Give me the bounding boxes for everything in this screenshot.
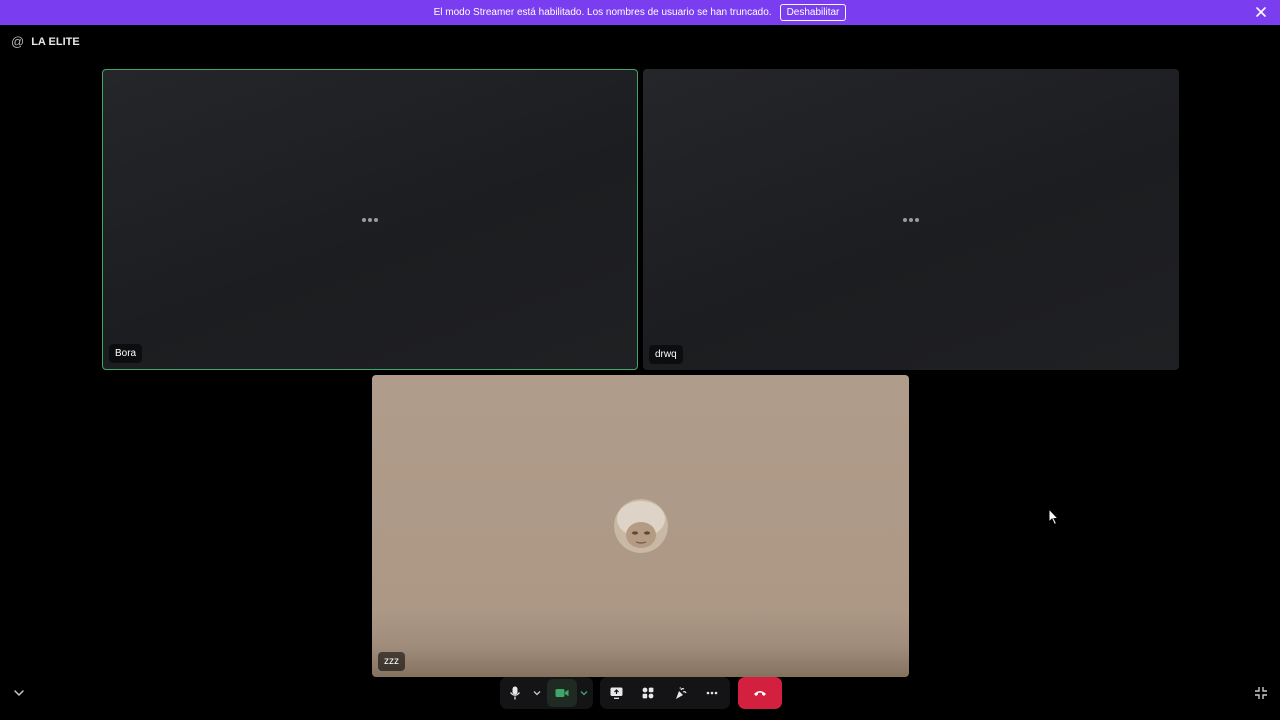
mic-options-button[interactable] [530, 677, 544, 709]
more-options-button[interactable] [696, 677, 728, 709]
participant-tile-bora[interactable]: Bora [102, 69, 638, 370]
chevron-down-icon [580, 691, 588, 696]
loading-dots-icon [903, 217, 919, 222]
channel-title: LA ELITE [31, 35, 80, 48]
camera-icon [555, 689, 569, 697]
screen-share-icon [610, 687, 622, 699]
chevron-down-icon [533, 691, 541, 696]
screen-share-button[interactable] [600, 677, 632, 709]
exit-fullscreen-icon[interactable] [1254, 686, 1268, 700]
avatar [613, 499, 668, 553]
streamer-mode-text: El modo Streamer está habilitado. Los no… [433, 7, 772, 18]
loading-dots-icon [362, 217, 378, 222]
mic-button[interactable] [500, 677, 530, 709]
streamer-mode-banner: El modo Streamer está habilitado. Los no… [0, 0, 1280, 25]
at-icon: @ [11, 34, 25, 49]
channel-header: @ LA ELITE [11, 34, 80, 49]
chevron-down-icon[interactable] [12, 686, 26, 700]
camera-options-button[interactable] [577, 677, 591, 709]
disconnect-button[interactable] [738, 677, 782, 709]
mic-icon [509, 686, 521, 700]
disable-streamer-mode-button[interactable]: Deshabilitar [779, 4, 847, 21]
close-icon[interactable] [1254, 5, 1268, 19]
participant-name-tag: zzz [378, 652, 405, 671]
camera-button[interactable] [547, 679, 577, 707]
soundboard-button[interactable] [664, 677, 696, 709]
participant-name-tag: drwq [649, 345, 683, 364]
mouse-cursor-icon [1048, 508, 1059, 526]
call-controls [0, 677, 1280, 709]
participant-name-tag: Bora [109, 344, 143, 363]
participant-tile-drwq[interactable]: drwq [643, 69, 1179, 370]
hangup-icon [754, 691, 766, 696]
activities-button[interactable] [632, 677, 664, 709]
participant-tile-zzz[interactable]: zzz [372, 375, 909, 677]
more-icon [706, 691, 718, 695]
audio-video-controls [500, 677, 593, 709]
call-actions [600, 677, 730, 709]
activities-icon [642, 687, 654, 699]
soundboard-icon [675, 686, 687, 699]
